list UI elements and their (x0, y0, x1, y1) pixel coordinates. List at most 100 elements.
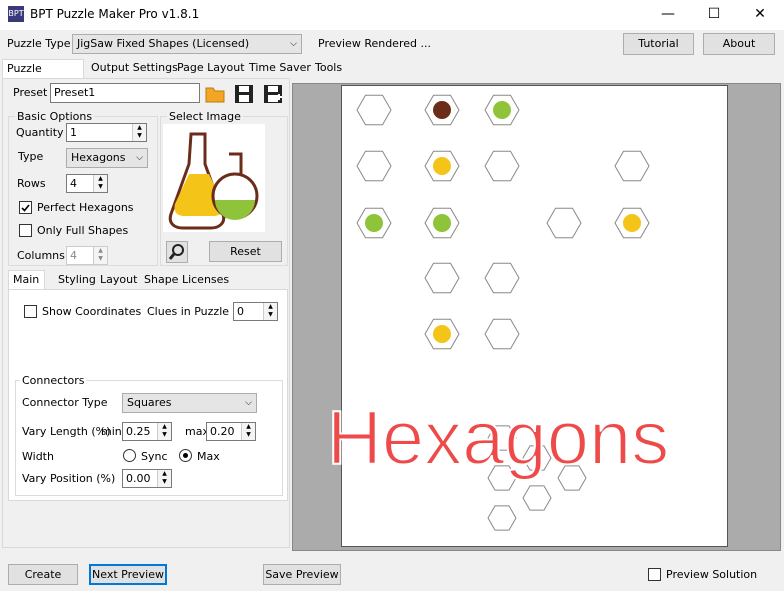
tab-page-layout[interactable]: Page Layout (173, 59, 249, 79)
rows-value: 4 (70, 177, 77, 190)
rows-stepper[interactable]: 4 ▲ ▼ (66, 174, 108, 193)
clues-value: 0 (237, 305, 244, 318)
spin-arrows-icon[interactable]: ▲ ▼ (132, 124, 146, 141)
puzzle-piece (522, 485, 552, 511)
preview-solution-label: Preview Solution (666, 568, 758, 581)
piece-image-fragment (493, 101, 511, 119)
minimize-button[interactable]: — (645, 0, 691, 30)
reset-button[interactable]: Reset (209, 241, 282, 262)
select-image-title: Select Image (167, 110, 243, 123)
spin-arrows-icon[interactable]: ▲ ▼ (93, 175, 107, 192)
piece-image-fragment (433, 157, 451, 175)
piece-image-fragment (365, 214, 383, 232)
tutorial-button[interactable]: Tutorial (623, 33, 694, 55)
chevron-down-icon: ⌵ (245, 398, 252, 408)
vary-length-label: Vary Length (%) (22, 425, 111, 438)
clues-label: Clues in Puzzle (147, 305, 230, 318)
puzzle-piece (484, 318, 520, 350)
title-bar: BPT BPT Puzzle Maker Pro v1.8.1 — ☐ ✕ (0, 0, 784, 30)
width-label: Width (22, 450, 54, 463)
connector-type-label: Connector Type (22, 396, 108, 409)
save-preview-button[interactable]: Save Preview (263, 564, 341, 585)
piece-image-fragment (433, 325, 451, 343)
subtab-main[interactable]: Main (8, 270, 45, 290)
only-full-shapes-checkbox[interactable] (19, 224, 32, 237)
quantity-label: Quantity (16, 126, 64, 139)
magnifier-icon (168, 244, 184, 260)
piece-image-fragment (433, 214, 451, 232)
puzzle-piece (487, 505, 517, 531)
about-button[interactable]: About (703, 33, 775, 55)
columns-value: 4 (70, 249, 77, 262)
status-text: Preview Rendered ... (318, 37, 431, 50)
perfect-hexagons-label: Perfect Hexagons (37, 201, 134, 214)
folder-icon[interactable] (204, 83, 226, 105)
puzzle-piece (424, 262, 460, 294)
max-radio[interactable] (179, 449, 192, 462)
app-icon: BPT (8, 6, 24, 22)
puzzle-piece (356, 94, 392, 126)
chevron-down-icon: ⌵ (136, 153, 143, 163)
preview-solution-checkbox[interactable] (648, 568, 661, 581)
puzzle-type-select[interactable]: JigSaw Fixed Shapes (Licensed) ⌵ (72, 34, 302, 54)
connectors-title: Connectors (20, 374, 87, 387)
tab-puzzle-settings[interactable]: Puzzle Settings (2, 59, 84, 93)
type-value: Hexagons (71, 151, 126, 164)
connector-type-value: Squares (127, 396, 172, 409)
puzzle-type-value: JigSaw Fixed Shapes (Licensed) (77, 37, 250, 50)
show-coordinates-label: Show Coordinates (42, 305, 142, 318)
tab-time-saver[interactable]: Time Saver (245, 59, 315, 79)
min-value: 0.25 (126, 425, 151, 438)
subtab-layout[interactable]: Layout (96, 271, 141, 291)
only-full-shapes-label: Only Full Shapes (37, 224, 129, 237)
sync-label: Sync (141, 450, 168, 463)
max-radio-label: Max (197, 450, 220, 463)
quantity-value: 1 (70, 126, 77, 139)
spin-arrows-icon[interactable]: ▲ ▼ (241, 423, 255, 440)
puzzle-piece (546, 207, 582, 239)
preset-input[interactable]: Preset1 (50, 83, 200, 103)
tab-tools[interactable]: Tools (311, 59, 346, 79)
show-coordinates-checkbox[interactable] (24, 305, 37, 318)
spin-arrows-icon: ▲ ▼ (93, 247, 107, 264)
puzzle-piece (614, 150, 650, 182)
vary-position-value: 0.00 (126, 472, 151, 485)
image-thumbnail[interactable] (163, 124, 265, 232)
min-stepper[interactable]: 0.25 ▲ ▼ (122, 422, 172, 441)
puzzle-piece (484, 150, 520, 182)
window-title: BPT Puzzle Maker Pro v1.8.1 (30, 7, 200, 21)
close-button[interactable]: ✕ (737, 0, 783, 30)
min-label: min (101, 425, 122, 438)
clues-stepper[interactable]: 0 ▲ ▼ (233, 302, 278, 321)
vary-position-stepper[interactable]: 0.00 ▲ ▼ (122, 469, 172, 488)
spin-arrows-icon[interactable]: ▲ ▼ (157, 470, 171, 487)
piece-image-fragment (623, 214, 641, 232)
create-button[interactable]: Create (8, 564, 78, 585)
vary-position-label: Vary Position (%) (22, 472, 116, 485)
save-icon[interactable] (233, 83, 255, 105)
columns-label: Columns (17, 249, 65, 262)
spin-arrows-icon[interactable]: ▲ ▼ (263, 303, 277, 320)
columns-stepper: 4 ▲ ▼ (66, 246, 108, 265)
next-preview-button[interactable]: Next Preview (89, 564, 167, 585)
spin-arrows-icon[interactable]: ▲ ▼ (157, 423, 171, 440)
max-stepper[interactable]: 0.20 ▲ ▼ (206, 422, 256, 441)
subtab-styling[interactable]: Styling (54, 271, 100, 291)
type-select[interactable]: Hexagons ⌵ (66, 148, 148, 168)
zoom-button[interactable] (166, 241, 188, 263)
piece-image-fragment (433, 101, 451, 119)
quantity-stepper[interactable]: 1 ▲ ▼ (66, 123, 147, 142)
maximize-button[interactable]: ☐ (691, 0, 737, 30)
subtab-shape-licenses[interactable]: Shape Licenses (140, 271, 233, 291)
chevron-down-icon: ⌵ (290, 39, 297, 49)
sync-radio[interactable] (123, 449, 136, 462)
connector-type-select[interactable]: Squares ⌵ (122, 393, 257, 413)
puzzle-type-label: Puzzle Type (7, 37, 71, 50)
tab-output-settings[interactable]: Output Settings (87, 59, 182, 79)
puzzle-piece (484, 262, 520, 294)
perfect-hexagons-checkbox[interactable] (19, 201, 32, 214)
preset-label: Preset (13, 86, 48, 99)
puzzle-piece (356, 150, 392, 182)
type-label: Type (18, 150, 44, 163)
save-as-icon[interactable] (262, 83, 284, 105)
